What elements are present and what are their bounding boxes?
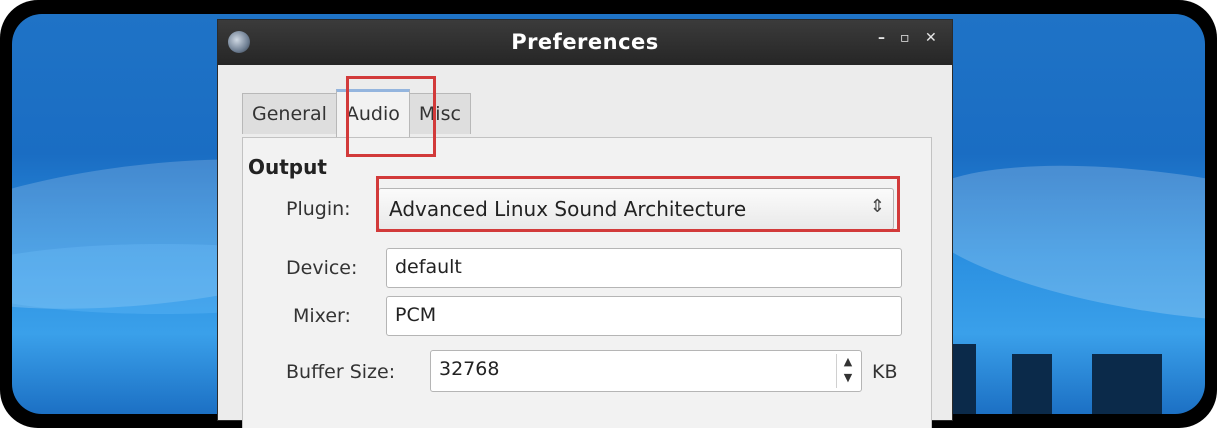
buffer-size-label: Buffer Size:: [286, 361, 396, 383]
section-title-output: Output: [248, 155, 327, 179]
maximize-button[interactable]: ▫: [900, 30, 910, 46]
buffer-size-spinner[interactable]: ▲ ▼: [836, 354, 859, 388]
desktop-logo-shape: [1092, 354, 1162, 414]
mixer-field[interactable]: PCM: [386, 296, 902, 336]
minimize-button[interactable]: –: [878, 30, 885, 46]
device-value: default: [395, 256, 462, 278]
chevron-up-icon[interactable]: ▲: [837, 354, 859, 370]
annotation-box-plugin: [376, 176, 900, 232]
window-titlebar[interactable]: Preferences – ▫ ✕: [218, 20, 952, 65]
desktop-logo-shape: [1012, 354, 1052, 414]
annotation-box-audio-tab: [346, 76, 436, 157]
buffer-size-field[interactable]: 32768 ▲ ▼: [430, 350, 862, 392]
desktop-logo-shape: [952, 344, 976, 414]
mixer-label: Mixer:: [293, 305, 351, 327]
tab-general[interactable]: General: [242, 93, 337, 134]
chevron-down-icon[interactable]: ▼: [837, 370, 859, 386]
device-label: Device:: [286, 257, 358, 279]
window-title: Preferences: [511, 30, 659, 54]
plugin-label: Plugin:: [286, 198, 351, 220]
close-button[interactable]: ✕: [925, 30, 937, 46]
screenshot-frame: Preferences – ▫ ✕ General Audio Misc Out…: [0, 0, 1217, 428]
buffer-size-unit: KB: [872, 361, 898, 383]
mixer-value: PCM: [395, 304, 437, 326]
device-field[interactable]: default: [386, 248, 902, 288]
buffer-size-value: 32768: [439, 358, 500, 380]
